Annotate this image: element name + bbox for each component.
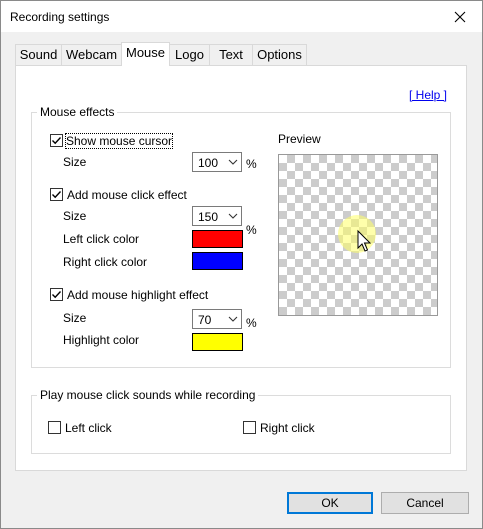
click-effect-checkbox[interactable] xyxy=(50,188,63,201)
tab-text[interactable]: Text xyxy=(209,44,253,65)
tab-mouse[interactable]: Mouse xyxy=(121,42,170,66)
cursor-preview xyxy=(278,154,438,316)
tab-options[interactable]: Options xyxy=(252,44,307,65)
show-cursor-checkbox[interactable] xyxy=(50,134,63,147)
click-size-value: 150 xyxy=(198,210,219,224)
cursor-size-label: Size xyxy=(63,155,87,169)
show-cursor-label[interactable]: Show mouse cursor xyxy=(64,133,174,149)
checkmark-icon xyxy=(52,137,62,145)
left-click-color-label: Left click color xyxy=(63,232,140,246)
close-icon xyxy=(454,11,466,22)
highlight-color-label: Highlight color xyxy=(63,333,140,347)
cursor-size-value: 100 xyxy=(198,156,219,170)
right-click-color-label: Right click color xyxy=(63,255,148,269)
chevron-down-icon xyxy=(228,213,238,219)
preview-label: Preview xyxy=(278,132,321,146)
chevron-down-icon xyxy=(228,316,238,322)
click-size-label: Size xyxy=(63,209,87,223)
click-size-unit: % xyxy=(246,223,257,237)
chevron-down-icon xyxy=(228,159,238,165)
left-click-sound-label[interactable]: Left click xyxy=(65,421,112,435)
highlight-circle xyxy=(338,215,376,253)
tab-logo[interactable]: Logo xyxy=(169,44,210,65)
tab-sound[interactable]: Sound xyxy=(15,44,62,65)
checkmark-icon xyxy=(52,191,62,199)
highlight-size-label: Size xyxy=(63,311,87,325)
cursor-size-unit: % xyxy=(246,157,257,171)
highlight-size-value: 70 xyxy=(198,313,212,327)
cursor-size-select[interactable]: 100 xyxy=(192,152,242,172)
right-click-sound-label[interactable]: Right click xyxy=(260,421,315,435)
ok-button[interactable]: OK xyxy=(287,492,373,514)
checkmark-icon xyxy=(52,291,62,299)
help-link[interactable]: [ Help ] xyxy=(409,88,447,102)
left-click-sound-checkbox[interactable] xyxy=(48,421,61,434)
right-click-sound-checkbox[interactable] xyxy=(243,421,256,434)
highlight-checkbox[interactable] xyxy=(50,288,63,301)
highlight-color-swatch[interactable] xyxy=(192,333,243,351)
tab-webcam[interactable]: Webcam xyxy=(61,44,122,65)
cancel-button[interactable]: Cancel xyxy=(381,492,469,514)
click-size-select[interactable]: 150 xyxy=(192,206,242,226)
left-click-color-swatch[interactable] xyxy=(192,230,243,248)
preview-canvas xyxy=(338,215,376,253)
click-sounds-title: Play mouse click sounds while recording xyxy=(37,388,259,402)
title-bar: Recording settings xyxy=(1,1,482,32)
mouse-effects-title: Mouse effects xyxy=(37,105,118,119)
window-title: Recording settings xyxy=(10,10,110,24)
highlight-size-select[interactable]: 70 xyxy=(192,309,242,329)
click-effect-label[interactable]: Add mouse click effect xyxy=(67,188,187,202)
highlight-size-unit: % xyxy=(246,316,257,330)
highlight-label[interactable]: Add mouse highlight effect xyxy=(67,288,208,302)
close-button[interactable] xyxy=(438,1,482,32)
right-click-color-swatch[interactable] xyxy=(192,252,243,270)
